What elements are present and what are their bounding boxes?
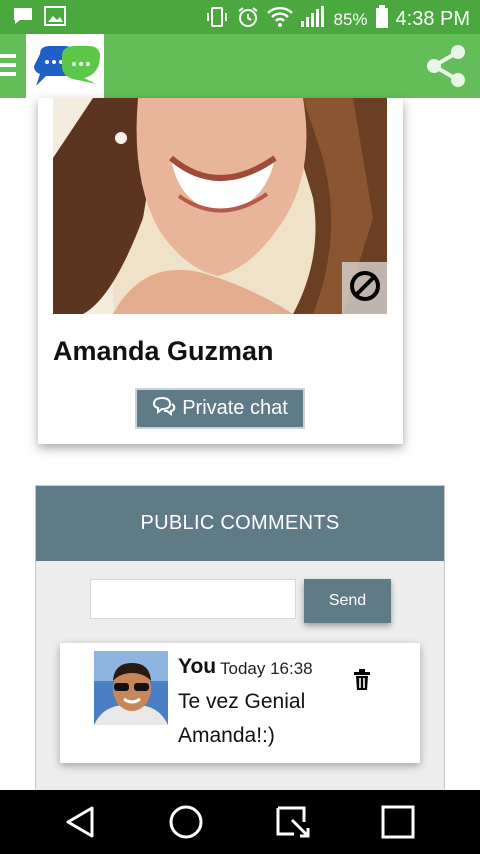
comment-item: You Today 16:38 Te vez Genial Amanda!:) — [60, 643, 420, 763]
comment-author: You — [178, 655, 217, 678]
overview-icon[interactable] — [380, 804, 416, 845]
signal-icon — [300, 5, 326, 34]
recents-icon[interactable] — [274, 804, 312, 845]
battery-icon — [375, 5, 389, 34]
home-icon[interactable] — [168, 804, 204, 845]
public-comments-section: PUBLIC COMMENTS Send You Today 16:38 Te … — [35, 485, 445, 805]
comment-timestamp: Today 16:38 — [220, 659, 313, 678]
trash-icon[interactable] — [352, 669, 372, 696]
menu-icon[interactable] — [0, 50, 18, 80]
vibrate-icon — [205, 5, 229, 34]
alarm-icon — [236, 5, 260, 34]
back-icon[interactable] — [62, 804, 98, 845]
chat-notification-icon — [12, 6, 34, 31]
profile-card: Amanda Guzman Private chat — [38, 98, 403, 444]
comment-text: Te vez Genial Amanda!:) — [178, 690, 306, 747]
app-bar — [0, 34, 480, 98]
share-icon[interactable] — [422, 42, 470, 95]
image-notification-icon — [44, 6, 66, 31]
status-bar: 85% 4:38 PM — [0, 0, 480, 34]
block-icon — [348, 269, 382, 308]
avatar — [94, 651, 168, 725]
wifi-icon — [267, 6, 294, 33]
private-chat-label: Private chat — [182, 397, 288, 419]
comment-input[interactable] — [90, 579, 296, 619]
app-logo[interactable] — [26, 34, 104, 98]
comments-header: PUBLIC COMMENTS — [36, 486, 444, 561]
private-chat-button[interactable]: Private chat — [135, 388, 305, 429]
profile-photo — [53, 98, 387, 314]
clock: 4:38 PM — [395, 8, 470, 30]
profile-name: Amanda Guzman — [53, 336, 274, 366]
block-user-button[interactable] — [342, 262, 387, 314]
chat-bubbles-icon — [152, 396, 176, 422]
send-button[interactable]: Send — [304, 579, 391, 623]
navigation-bar — [0, 790, 480, 854]
battery-level: 85% — [333, 9, 368, 29]
